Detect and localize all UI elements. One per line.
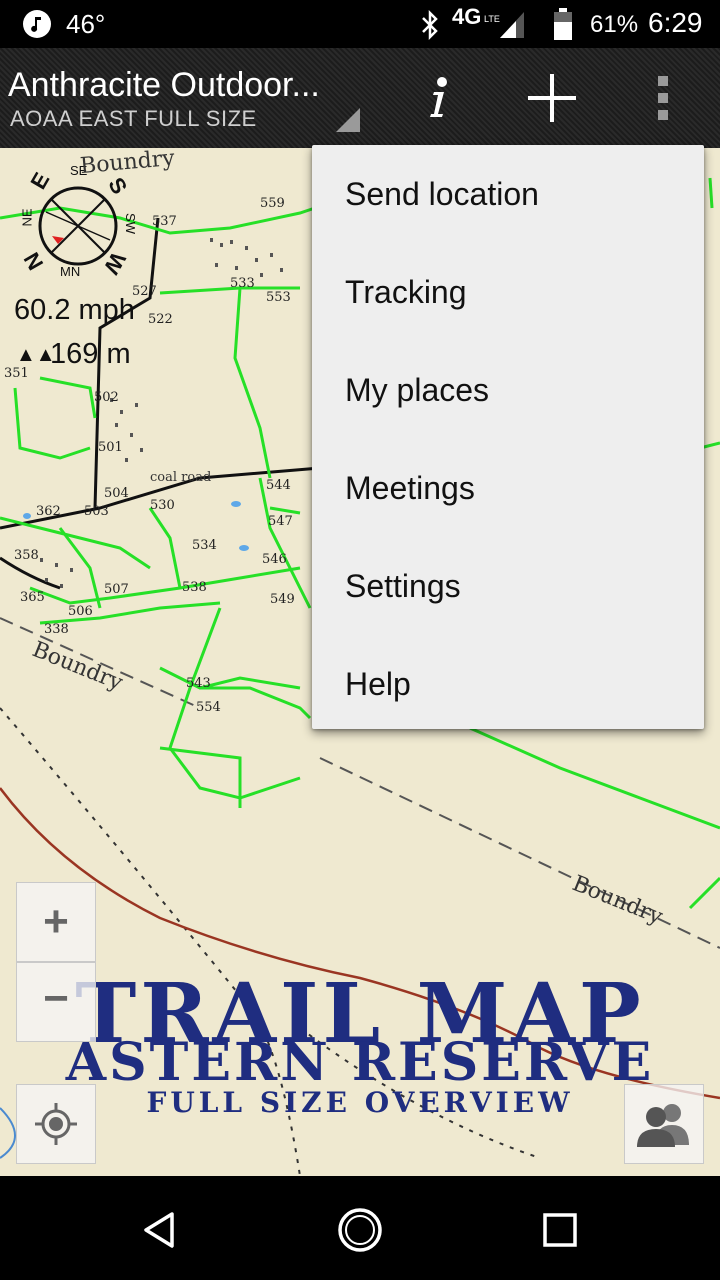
- trail-number: 547: [268, 514, 293, 529]
- menu-item-help[interactable]: Help: [312, 635, 704, 733]
- trail-number: 504: [104, 486, 129, 501]
- my-location-button[interactable]: [16, 1084, 96, 1164]
- home-icon[interactable]: [336, 1206, 384, 1254]
- trail-number: 533: [230, 276, 255, 291]
- menu-item-tracking[interactable]: Tracking: [312, 243, 704, 341]
- group-button[interactable]: [624, 1084, 704, 1164]
- trail-number: 501: [98, 440, 123, 455]
- overflow-menu: Send location Tracking My places Meeting…: [312, 145, 704, 729]
- trail-number: 527: [132, 284, 157, 299]
- bluetooth-icon: [422, 10, 438, 40]
- trail-map-banner-subtitle: ASTERN RESERVE: [65, 1032, 655, 1093]
- network-type-text: 4G: [452, 4, 482, 29]
- trail-number: 559: [260, 196, 285, 211]
- overflow-menu-icon[interactable]: [636, 70, 692, 126]
- trail-number: 530: [150, 498, 175, 513]
- app-bar: Anthracite Outdoor... AOAA EAST FULL SIZ…: [0, 48, 720, 148]
- recent-apps-icon[interactable]: [542, 1212, 578, 1248]
- navigation-bar: [0, 1176, 720, 1280]
- add-icon[interactable]: [524, 70, 580, 126]
- signal-icon: [500, 12, 524, 38]
- zoom-in-button[interactable]: +: [16, 882, 96, 962]
- zoom-out-button[interactable]: −: [16, 962, 96, 1042]
- trail-number: 543: [186, 676, 211, 691]
- trail-number: 554: [196, 700, 221, 715]
- compass-label-ne: NE: [19, 208, 35, 227]
- map-subtitle: AOAA EAST FULL SIZE: [10, 106, 257, 131]
- trail-number: 358: [14, 548, 39, 563]
- trail-map-banner-caption: FULL SIZE OVERVIEW: [146, 1086, 574, 1119]
- clock-text: 6:29: [648, 7, 703, 38]
- temperature-text: 46°: [66, 9, 106, 39]
- info-icon[interactable]: [410, 70, 466, 126]
- trail-number: 506: [68, 604, 93, 619]
- menu-item-send-location[interactable]: Send location: [312, 145, 704, 243]
- people-icon: [637, 1104, 689, 1147]
- trail-number: 522: [148, 312, 173, 327]
- trail-number: 365: [20, 590, 45, 605]
- app-title: Anthracite Outdoor...: [8, 66, 320, 104]
- trail-number: 503: [84, 504, 109, 519]
- speed-readout: 60.2 mph: [14, 294, 135, 326]
- menu-item-settings[interactable]: Settings: [312, 537, 704, 635]
- battery-percent-text: 61%: [590, 11, 639, 38]
- trail-number: 362: [36, 504, 61, 519]
- trail-number: 546: [262, 552, 287, 567]
- trail-number: 544: [266, 478, 291, 493]
- dropdown-arrow-icon: [336, 108, 360, 132]
- menu-item-my-places[interactable]: My places: [312, 341, 704, 439]
- altitude-readout: 169 m: [50, 338, 131, 370]
- trail-number: 351: [4, 366, 29, 381]
- trail-number: 338: [44, 622, 69, 637]
- compass-label-sw: SW: [122, 213, 138, 234]
- trail-number: 538: [182, 580, 207, 595]
- music-note-icon: [23, 10, 51, 38]
- trail-number: 507: [104, 582, 129, 597]
- trail-number: 534: [192, 538, 217, 553]
- coal-road-label: coal road: [150, 470, 212, 485]
- trail-number: 537: [152, 214, 177, 229]
- menu-item-meetings[interactable]: Meetings: [312, 439, 704, 537]
- status-bar: 46° 4G LTE 61% 6:29: [0, 0, 720, 48]
- compass-label-mn: MN: [60, 264, 81, 279]
- crosshair-icon: [35, 1103, 77, 1145]
- battery-icon: [554, 8, 572, 40]
- trail-number: 553: [266, 290, 291, 305]
- trail-number: 549: [270, 592, 295, 607]
- back-icon[interactable]: [138, 1208, 182, 1252]
- trail-number: 502: [94, 390, 119, 405]
